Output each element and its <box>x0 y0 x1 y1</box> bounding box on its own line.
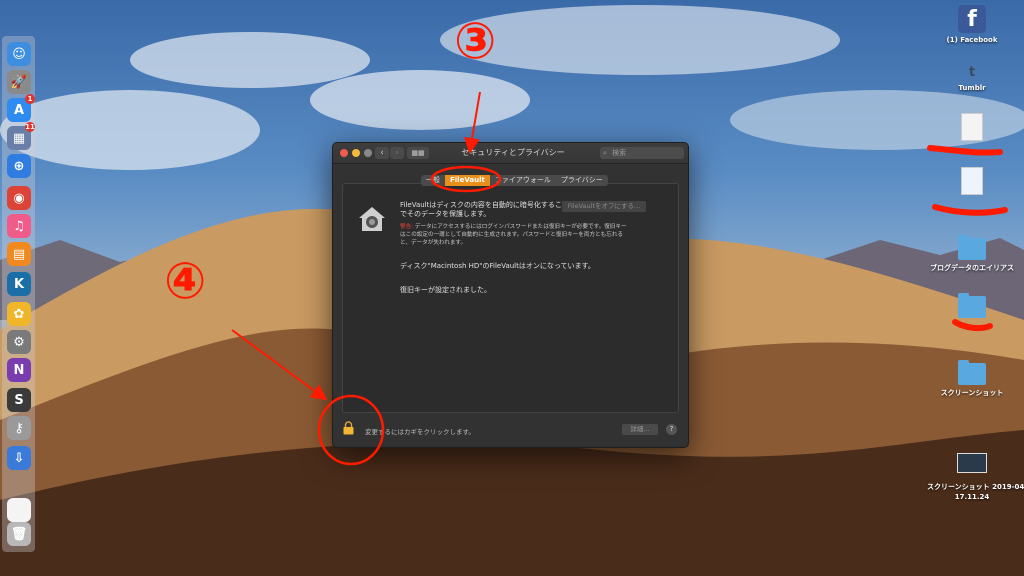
desktop-icon-tumblr[interactable]: t Tumblr <box>927 65 1017 92</box>
chevron-right-icon: › <box>395 148 399 158</box>
dock-chrome[interactable]: ◉ <box>7 186 31 210</box>
dock-preview[interactable]: ▦ 11 <box>7 122 35 150</box>
chrome-icon: ◉ <box>13 190 25 206</box>
facebook-icon: f <box>958 5 986 33</box>
desktop-icon-folder-2[interactable] <box>927 293 1017 318</box>
kindle-icon: K <box>13 276 25 292</box>
tab-firewall[interactable]: ファイアウォール <box>490 175 556 186</box>
security-privacy-window: ‹ › ▦▦ セキュリティとプライバシー ⌕ 検索 FileVaultはディスク… <box>332 142 689 448</box>
notification-badge: 11 <box>25 122 35 132</box>
lock-icon[interactable] <box>343 421 354 435</box>
chevron-left-icon: ‹ <box>380 148 384 158</box>
desktop-icon-label: Tumblr <box>958 84 986 92</box>
folder-icon <box>958 235 986 260</box>
desktop-icon-facebook[interactable]: f (1) Facebook <box>927 5 1017 44</box>
desktop-icon-screenshot-file[interactable]: スクリーンショット 2019-04-09 17.11.24 <box>927 453 1024 501</box>
desktop-icon-label: スクリーンショット 2019-04-09 <box>927 483 1024 491</box>
dock-recent-document[interactable] <box>7 498 31 522</box>
folder-icon <box>958 360 986 385</box>
notification-badge: 1 <box>25 94 35 104</box>
filevault-warning: 警告: データにアクセスするにはログインパスワードまたは復旧キーが必要です。復旧… <box>400 223 630 247</box>
dock-downloads[interactable]: ⇩ <box>7 446 31 470</box>
filevault-panel: FileVaultはディスクの内容を自動的に暗号化することでそのデータを保護しま… <box>342 183 679 413</box>
tab-filevault[interactable]: FileVault <box>445 175 490 186</box>
preview-icon: ▦ <box>12 130 26 146</box>
dock-ibooks[interactable]: ▤ <box>7 242 31 266</box>
warning-text: データにアクセスするにはログインパスワードまたは復旧キーが必要です。復旧キーはこ… <box>400 224 627 246</box>
search-input[interactable]: ⌕ 検索 <box>600 147 684 159</box>
tab-privacy[interactable]: プライバシー <box>556 175 608 186</box>
forward-button[interactable]: › <box>390 147 404 159</box>
search-placeholder: 検索 <box>612 149 627 157</box>
step4-marker: ④ <box>164 252 207 310</box>
keychain-icon: ⚷ <box>14 420 24 436</box>
sublime-text-icon: S <box>14 392 24 408</box>
desktop-icon-label: ブログデータのエイリアス <box>930 264 1014 272</box>
step3-marker: ③ <box>454 12 497 70</box>
search-icon: ⌕ <box>603 149 607 157</box>
title-bar[interactable]: ‹ › ▦▦ セキュリティとプライバシー ⌕ 検索 <box>333 143 688 164</box>
close-button[interactable] <box>340 149 348 157</box>
desktop-icon-label: 17.11.24 <box>954 493 990 501</box>
disk-status-text: ディスク"Macintosh HD"のFileVaultはオンになっています。 <box>400 262 595 270</box>
dock-keychain[interactable]: ⚷ <box>7 416 31 440</box>
dock-onenote[interactable]: N <box>7 358 31 382</box>
desktop-icon-label: スクリーンショット <box>940 389 1004 397</box>
desktop-icon-screenshot-folder[interactable]: スクリーンショット <box>927 360 1017 398</box>
filevault-house-icon <box>359 207 385 231</box>
document-icon <box>961 113 983 141</box>
tab-bar: 一般 FileVault ファイアウォール プライバシー <box>421 175 608 186</box>
zoom-button[interactable] <box>364 149 372 157</box>
warning-label: 警告: <box>400 224 414 230</box>
advanced-button[interactable]: 詳細... <box>622 424 658 435</box>
dock-kindle[interactable]: K <box>7 272 31 296</box>
recovery-key-status-text: 復旧キーが設定されました。 <box>400 286 491 294</box>
system-preferences-icon: ⚙ <box>13 334 25 350</box>
desktop-icon-label: (1) Facebook <box>946 36 998 44</box>
finder-icon: ☺ <box>12 46 26 62</box>
turn-off-filevault-button[interactable]: FileVaultをオフにする... <box>562 201 646 212</box>
dock-photos[interactable]: ✿ <box>7 302 31 326</box>
dock-trash[interactable]: 🗑 <box>7 522 31 546</box>
filevault-description: FileVaultはディスクの内容を自動的に暗号化することでそのデータを保護しま… <box>400 201 569 218</box>
folder-icon <box>958 293 986 318</box>
itunes-icon: ♫ <box>13 218 25 234</box>
dock: ☺ 🚀 A 1 ▦ 11 ⊕ ◉ ♫ ▤ K ✿ ⚙ N S ⚷ ⇩ 🗑 <box>2 36 35 552</box>
dock-safari[interactable]: ⊕ <box>7 154 31 178</box>
dock-app-store[interactable]: A1 <box>7 94 35 122</box>
dock-sublime-text[interactable]: S <box>7 388 31 412</box>
dock-finder[interactable]: ☺ <box>7 42 31 66</box>
desktop-icon-document-1[interactable] <box>927 113 1017 141</box>
minimize-button[interactable] <box>352 149 360 157</box>
back-button[interactable]: ‹ <box>375 147 389 159</box>
desktop-icon-document-2[interactable] <box>927 167 1017 195</box>
show-all-button[interactable]: ▦▦ <box>407 147 429 159</box>
app-store-icon: A <box>13 102 25 118</box>
tumblr-icon: t <box>968 65 976 80</box>
safari-document-icon <box>961 167 983 195</box>
downloads-icon: ⇩ <box>13 450 25 466</box>
screenshot-thumbnail-icon <box>957 453 987 473</box>
trash-icon: 🗑 <box>10 526 28 542</box>
onenote-icon: N <box>13 362 25 378</box>
safari-icon: ⊕ <box>13 158 25 174</box>
launchpad-icon: 🚀 <box>10 74 28 90</box>
dock-system-preferences[interactable]: ⚙ <box>7 330 31 354</box>
photos-icon: ✿ <box>13 306 25 322</box>
ibooks-icon: ▤ <box>12 246 26 262</box>
dock-launchpad[interactable]: 🚀 <box>7 70 31 94</box>
help-button[interactable]: ? <box>666 424 677 435</box>
lock-instruction-text: 変更するにはカギをクリックします。 <box>365 428 475 436</box>
desktop-icon-blog-alias[interactable]: ブログデータのエイリアス <box>927 235 1017 273</box>
grid-icon: ▦▦ <box>411 149 425 157</box>
window-title: セキュリティとプライバシー <box>461 148 565 157</box>
dock-itunes[interactable]: ♫ <box>7 214 31 238</box>
tab-general[interactable]: 一般 <box>421 175 445 186</box>
